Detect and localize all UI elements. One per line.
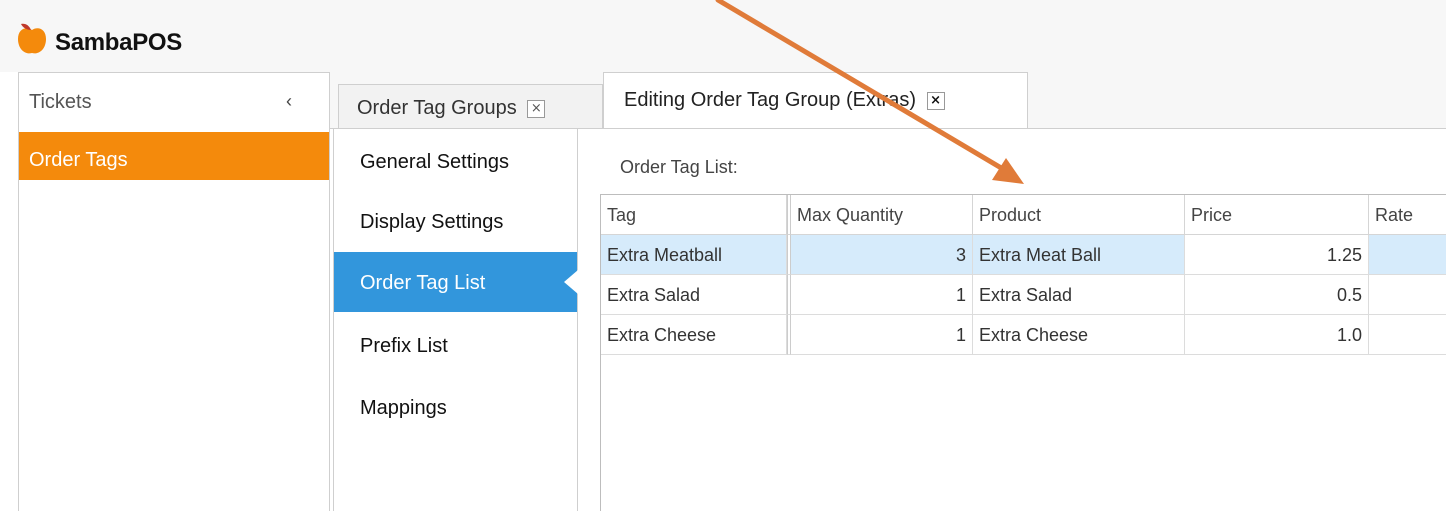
app-title: SambaPOS bbox=[55, 29, 182, 56]
column-header-product[interactable]: Product bbox=[973, 195, 1185, 235]
cell-price[interactable]: 0.5 bbox=[1185, 275, 1369, 315]
tab-order-tag-groups[interactable]: Order Tag Groups × bbox=[338, 84, 603, 130]
cell-max-quantity[interactable]: 1 bbox=[791, 315, 973, 355]
close-icon[interactable]: × bbox=[527, 99, 546, 118]
cell-tag[interactable]: Extra Meatball bbox=[601, 235, 787, 275]
column-header-rate[interactable]: Rate bbox=[1369, 195, 1446, 235]
cell-max-quantity[interactable]: 3 bbox=[791, 235, 973, 275]
cell-price[interactable]: 1.25 bbox=[1185, 235, 1369, 275]
menu-item-display-settings[interactable]: Display Settings bbox=[334, 191, 577, 251]
grid-header: Tag Max Quantity Product Price Rate bbox=[601, 195, 1446, 235]
cell-tag[interactable]: Extra Salad bbox=[601, 275, 787, 315]
leftnav-header[interactable]: Tickets ‹ bbox=[19, 73, 329, 132]
leftnav-title: Tickets bbox=[29, 91, 92, 113]
menu-item-order-tag-list[interactable]: Order Tag List bbox=[334, 252, 578, 312]
order-tag-grid[interactable]: Tag Max Quantity Product Price Rate Extr… bbox=[600, 194, 1446, 511]
cell-tag[interactable]: Extra Cheese bbox=[601, 315, 787, 355]
cell-product[interactable]: Extra Cheese bbox=[973, 315, 1185, 355]
tab-strip: Order Tag Groups × Editing Order Tag Gro… bbox=[330, 72, 1446, 130]
column-header-max-quantity[interactable]: Max Quantity bbox=[791, 195, 973, 235]
menu-item-prefix-list[interactable]: Prefix List bbox=[334, 315, 577, 375]
column-header-tag[interactable]: Tag bbox=[601, 195, 787, 235]
order-tag-list-label: Order Tag List: bbox=[620, 157, 738, 177]
tab-editing-order-tag-group[interactable]: Editing Order Tag Group (Extras) × bbox=[603, 72, 1028, 130]
tab-label: Editing Order Tag Group (Extras) bbox=[624, 89, 916, 111]
table-row[interactable]: Extra Salad 1 Extra Salad 0.5 bbox=[601, 275, 1446, 315]
table-row[interactable]: Extra Cheese 1 Extra Cheese 1.0 bbox=[601, 315, 1446, 355]
apple-icon bbox=[18, 23, 46, 54]
app-header: SambaPOS bbox=[0, 0, 1446, 72]
settings-menu: General Settings Display Settings Order … bbox=[334, 129, 578, 511]
table-row[interactable]: Extra Meatball 3 Extra Meat Ball 1.25 bbox=[601, 235, 1446, 275]
cell-rate[interactable] bbox=[1369, 315, 1446, 355]
menu-item-general-settings[interactable]: General Settings bbox=[334, 131, 577, 191]
close-icon[interactable]: × bbox=[926, 91, 945, 110]
cell-max-quantity[interactable]: 1 bbox=[791, 275, 973, 315]
cell-product[interactable]: Extra Salad bbox=[973, 275, 1185, 315]
menu-item-label: Order Tag List bbox=[360, 272, 486, 294]
cell-rate[interactable] bbox=[1369, 235, 1446, 275]
chevron-left-icon[interactable]: ‹ bbox=[286, 91, 292, 112]
menu-item-mappings[interactable]: Mappings bbox=[334, 377, 577, 437]
left-navigation: Tickets ‹ Order Tags bbox=[18, 72, 330, 511]
cell-product[interactable]: Extra Meat Ball bbox=[973, 235, 1185, 275]
tab-label: Order Tag Groups bbox=[357, 97, 517, 119]
active-indicator bbox=[564, 270, 578, 294]
cell-price[interactable]: 1.0 bbox=[1185, 315, 1369, 355]
leftnav-item-order-tags[interactable]: Order Tags bbox=[19, 132, 329, 180]
column-header-price[interactable]: Price bbox=[1185, 195, 1369, 235]
cell-rate[interactable] bbox=[1369, 275, 1446, 315]
